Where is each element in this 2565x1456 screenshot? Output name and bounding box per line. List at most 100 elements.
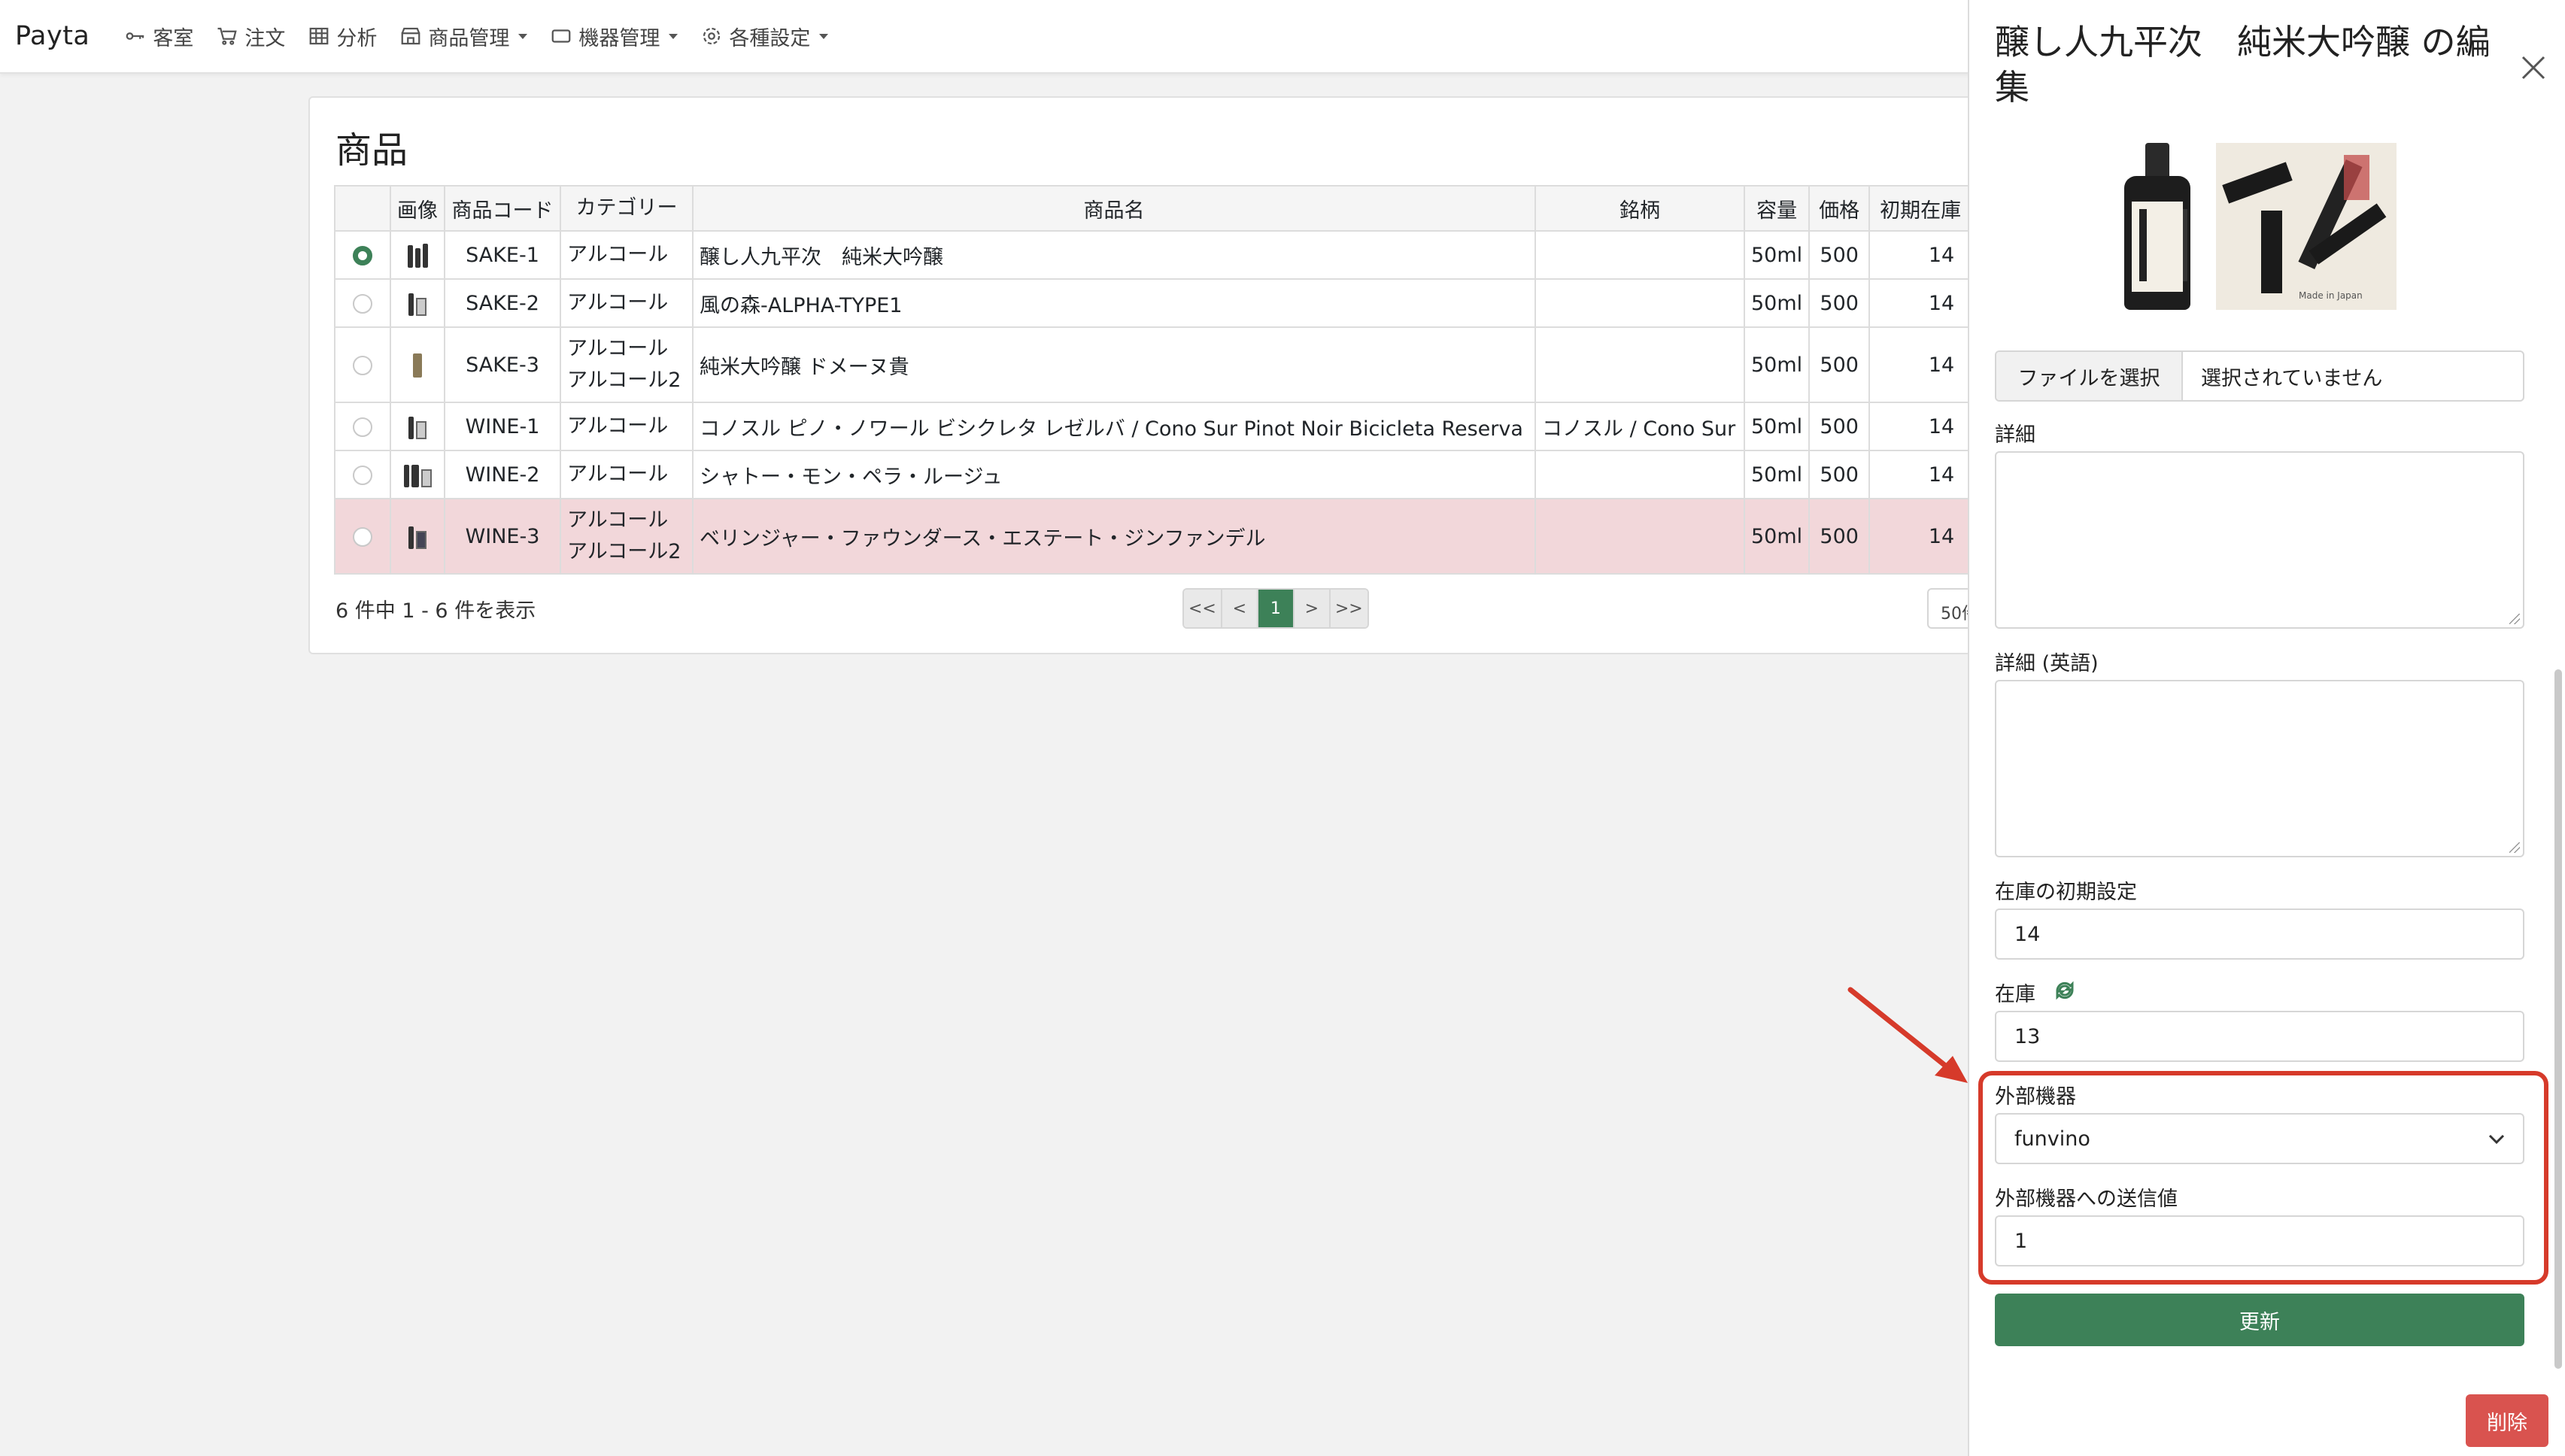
pager-prev-button[interactable]: < [1222,590,1258,627]
nav-orders-label: 注文 [244,26,286,50]
cell-name: 純米大吟醸 ドメーヌ貴 [692,326,1536,403]
cell-code: WINE-1 [444,402,561,451]
header-volume[interactable]: 容量 [1743,185,1811,232]
nav-rooms[interactable]: 客室 [124,22,193,51]
detail-en-label: 詳細 (英語) [1995,652,2099,675]
external-device-value: funvino [2014,1127,2090,1151]
header-initial-stock[interactable]: 初期在庫 [1868,185,1973,232]
pager-last-button[interactable]: >> [1330,590,1367,627]
nav-analytics-label: 分析 [336,26,378,50]
cell-name: コノスル ピノ・ノワール ビシクレタ レゼルバ / Cono Sur Pinot… [692,402,1536,451]
external-device-label: 外部機器 [1995,1085,2076,1109]
chevron-down-icon [2488,1134,2505,1145]
products-table-wrapper: 画像 商品コード カテゴリー 商品名 銘柄 容量 価格 初期在庫 SAKE-1 … [334,185,2040,576]
header-category[interactable]: カテゴリー [560,185,694,232]
close-button[interactable] [2518,53,2548,83]
header-image[interactable]: 画像 [390,185,445,232]
cell-name: 風の森-ALPHA-TYPE1 [692,278,1536,328]
cell-name: ベリンジャー・ファウンダース・エステート・ジンファンデル [692,498,1536,575]
cart-icon [217,27,238,45]
nav-products-menu[interactable]: 商品管理 [399,22,528,51]
cell-stock: 14 [1868,278,1973,328]
device-icon [552,29,571,43]
header-price[interactable]: 価格 [1808,185,1871,232]
header-select [334,185,391,232]
cell-price: 500 [1808,278,1871,328]
nav-devices-label: 機器管理 [578,26,660,50]
products-table: 画像 商品コード カテゴリー 商品名 銘柄 容量 価格 初期在庫 SAKE-1 … [334,185,1996,575]
file-input[interactable]: ファイルを選択 選択されていません [1995,350,2524,402]
table-row[interactable]: WINE-2 アルコール シャトー・モン・ペラ・ルージュ 50ml 500 14 [334,450,1996,499]
nav-analytics[interactable]: 分析 [308,22,377,51]
nav-settings-label: 各種設定 [729,26,811,50]
refresh-icon [2056,981,2074,1000]
nav-orders[interactable]: 注文 [216,22,285,51]
row-radio[interactable] [353,417,372,437]
cell-category: アルコール アルコール2 [560,326,694,403]
label-small-text: Made in Japan [2299,290,2363,301]
cell-stock: 14 [1868,450,1973,499]
cell-volume: 50ml [1743,498,1811,575]
row-radio[interactable] [353,466,372,485]
chevron-down-icon [819,33,829,39]
cell-price: 500 [1808,402,1871,451]
cell-stock: 14 [1868,230,1973,280]
nav-devices-menu[interactable]: 機器管理 [550,22,678,51]
bottle-image [2120,143,2195,310]
row-radio[interactable] [353,527,372,547]
nav-settings-menu[interactable]: 各種設定 [700,22,829,51]
send-value-label: 外部機器への送信値 [1995,1188,2178,1211]
key-icon [126,32,144,40]
brand-logo[interactable]: Payta [15,21,90,51]
row-radio[interactable] [353,246,372,265]
cell-brand [1534,230,1745,280]
send-value-input[interactable]: 1 [1995,1215,2524,1266]
shop-icon [402,27,420,45]
header-code[interactable]: 商品コード [444,185,561,232]
pager-page-1-button[interactable]: 1 [1258,590,1295,627]
detail-label: 詳細 [1995,423,2035,447]
cell-code: WINE-2 [444,450,561,499]
row-radio[interactable] [353,356,372,375]
table-header-row: 画像 商品コード カテゴリー 商品名 銘柄 容量 価格 初期在庫 [334,185,1996,232]
update-button[interactable]: 更新 [1995,1294,2524,1346]
cell-stock: 14 [1868,326,1973,403]
detail-en-textarea[interactable] [1995,680,2524,857]
pager-first-button[interactable]: << [1184,590,1222,627]
cell-volume: 50ml [1743,402,1811,451]
cell-name: シャトー・モン・ペラ・ルージュ [692,450,1536,499]
label-closeup-image: Made in Japan [2216,143,2397,310]
cell-brand [1534,278,1745,328]
table-row[interactable]: SAKE-1 アルコール 醸し人九平次 純米大吟醸 50ml 500 14 [334,230,1996,280]
drawer-scrollbar[interactable] [2554,669,2562,1369]
cell-category: アルコール [560,278,694,328]
table-row[interactable]: SAKE-3 アルコール アルコール2 純米大吟醸 ドメーヌ貴 50ml 500… [334,326,1996,403]
stock-input[interactable]: 13 [1995,1011,2524,1062]
table-row[interactable]: SAKE-2 アルコール 風の森-ALPHA-TYPE1 50ml 500 14 [334,278,1996,328]
cell-category: アルコール [560,402,694,451]
cell-volume: 50ml [1743,230,1811,280]
external-device-select[interactable]: funvino [1995,1113,2524,1164]
table-row[interactable]: WINE-3 アルコール アルコール2 ベリンジャー・ファウンダース・エステート… [334,498,1996,575]
cell-brand [1534,498,1745,575]
product-thumbnail [413,352,422,378]
delete-button[interactable]: 削除 [2466,1394,2548,1447]
product-image-preview: Made in Japan [2120,143,2421,310]
header-brand[interactable]: 銘柄 [1534,185,1745,232]
header-name[interactable]: 商品名 [692,185,1536,232]
table-icon [310,27,329,45]
file-select-button[interactable]: ファイルを選択 [1996,352,2183,400]
nav-products-label: 商品管理 [428,26,510,50]
cell-code: SAKE-3 [444,326,561,403]
table-row[interactable]: WINE-1 アルコール コノスル ピノ・ノワール ビシクレタ レゼルバ / C… [334,402,1996,451]
cell-category: アルコール [560,230,694,280]
initial-stock-input[interactable]: 14 [1995,908,2524,960]
row-radio[interactable] [353,294,372,314]
pager-next-button[interactable]: > [1294,590,1331,627]
refresh-stock-button[interactable] [2054,979,2076,1002]
cell-volume: 50ml [1743,326,1811,403]
cell-volume: 50ml [1743,278,1811,328]
detail-textarea[interactable] [1995,451,2524,629]
product-thumbnail [408,290,426,316]
cell-price: 500 [1808,230,1871,280]
